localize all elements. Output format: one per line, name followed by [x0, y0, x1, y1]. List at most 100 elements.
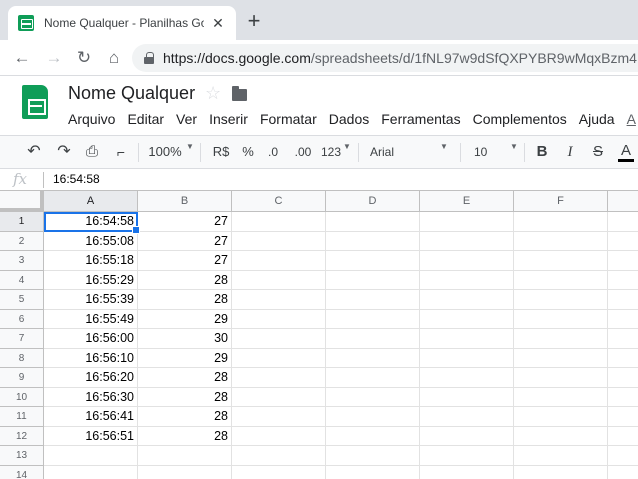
column-header-a[interactable]: A — [44, 191, 138, 212]
cell-b[interactable]: 27 — [138, 212, 232, 232]
cell-empty[interactable] — [608, 368, 638, 388]
cell-empty[interactable] — [232, 231, 326, 251]
row-header[interactable]: 2 — [0, 231, 44, 251]
cell-empty[interactable] — [232, 329, 326, 349]
cell-empty[interactable] — [232, 368, 326, 388]
text-color-button[interactable]: A — [618, 142, 634, 162]
cell-empty[interactable] — [608, 427, 638, 446]
cell-b[interactable]: 27 — [138, 231, 232, 251]
percent-format-button[interactable]: % — [240, 142, 256, 162]
select-all-corner[interactable] — [0, 191, 44, 212]
cell-empty[interactable] — [608, 271, 638, 290]
redo-icon[interactable]: ↷ — [54, 142, 74, 162]
reload-icon[interactable]: ↻ — [74, 48, 94, 68]
cell-b[interactable]: 28 — [138, 290, 232, 310]
cell-b[interactable]: 28 — [138, 407, 232, 427]
cell-empty[interactable] — [420, 231, 514, 251]
cell-a[interactable]: 16:56:20 — [44, 368, 138, 388]
cell-empty[interactable] — [326, 387, 420, 407]
more-formats-button[interactable]: 123 — [320, 142, 342, 162]
row-header[interactable]: 12 — [0, 426, 44, 446]
cell-a[interactable] — [44, 465, 138, 479]
cell-empty[interactable] — [514, 251, 608, 271]
paint-format-icon[interactable]: ⌐ — [112, 142, 130, 162]
cell-empty[interactable] — [326, 465, 420, 479]
cell-empty[interactable] — [232, 426, 326, 446]
cell-empty[interactable] — [326, 329, 420, 349]
cell-empty[interactable] — [420, 446, 514, 466]
cell-empty[interactable] — [326, 426, 420, 446]
menu-ajuda[interactable]: Ajuda — [573, 111, 621, 127]
row-header[interactable]: 4 — [0, 270, 44, 290]
cell-empty[interactable] — [232, 407, 326, 427]
cell-empty[interactable] — [326, 251, 420, 271]
print-icon[interactable]: ⎙ — [82, 142, 102, 162]
cell-empty[interactable] — [514, 348, 608, 368]
cell-a[interactable]: 16:55:29 — [44, 270, 138, 290]
cell-empty[interactable] — [514, 309, 608, 329]
cell-empty[interactable] — [420, 329, 514, 349]
cell-empty[interactable] — [608, 310, 638, 329]
cell-empty[interactable] — [420, 290, 514, 310]
cell-a[interactable]: 16:55:18 — [44, 251, 138, 271]
cell-empty[interactable] — [420, 407, 514, 427]
strikethrough-button[interactable]: S — [590, 142, 606, 162]
row-header[interactable]: 9 — [0, 368, 44, 388]
cell-empty[interactable] — [514, 329, 608, 349]
increase-decimals-button[interactable]: .00 — [292, 142, 314, 162]
folder-icon[interactable] — [232, 86, 247, 101]
cell-b[interactable] — [138, 465, 232, 479]
cell-empty[interactable] — [608, 446, 638, 466]
row-header[interactable]: 3 — [0, 251, 44, 271]
cell-empty[interactable] — [326, 368, 420, 388]
cell-empty[interactable] — [420, 309, 514, 329]
menu-ferramentas[interactable]: Ferramentas — [375, 111, 466, 127]
star-icon[interactable]: ☆ — [205, 83, 221, 104]
cell-empty[interactable] — [514, 368, 608, 388]
cell-empty[interactable] — [514, 290, 608, 310]
cell-empty[interactable] — [514, 426, 608, 446]
cell-empty[interactable] — [326, 407, 420, 427]
menu-complementos[interactable]: Complementos — [467, 111, 573, 127]
column-header-overflow[interactable] — [608, 191, 638, 212]
menu-ver[interactable]: Ver — [170, 111, 203, 127]
cell-empty[interactable] — [326, 290, 420, 310]
cell-a[interactable]: 16:56:51 — [44, 426, 138, 446]
font-size-select[interactable]: 10 — [474, 142, 490, 162]
cell-empty[interactable] — [514, 407, 608, 427]
menu-formatar[interactable]: Formatar — [254, 111, 323, 127]
cell-empty[interactable] — [608, 349, 638, 368]
cell-empty[interactable] — [420, 387, 514, 407]
cell-empty[interactable] — [326, 212, 420, 232]
cell-empty[interactable] — [514, 387, 608, 407]
cell-a[interactable]: 16:56:41 — [44, 407, 138, 427]
cell-empty[interactable] — [232, 309, 326, 329]
menu-arquivo[interactable]: Arquivo — [62, 111, 121, 127]
cell-empty[interactable] — [232, 251, 326, 271]
cell-a[interactable]: 16:55:39 — [44, 290, 138, 310]
cell-b[interactable] — [138, 446, 232, 466]
cell-empty[interactable] — [608, 388, 638, 407]
cell-empty[interactable] — [608, 251, 638, 271]
cell-b[interactable]: 29 — [138, 309, 232, 329]
cell-empty[interactable] — [608, 329, 638, 349]
cell-empty[interactable] — [608, 290, 638, 310]
cell-empty[interactable] — [608, 466, 638, 479]
row-header[interactable]: 1 — [0, 212, 44, 232]
cell-b[interactable]: 29 — [138, 348, 232, 368]
bold-button[interactable]: B — [534, 142, 550, 162]
cell-empty[interactable] — [232, 446, 326, 466]
cell-a[interactable]: 16:56:30 — [44, 387, 138, 407]
back-arrow-icon[interactable]: ← — [12, 48, 32, 68]
menu-editar[interactable]: Editar — [121, 111, 170, 127]
cell-a[interactable]: 16:55:08 — [44, 231, 138, 251]
row-header[interactable]: 11 — [0, 407, 44, 427]
cell-a[interactable]: 16:56:10 — [44, 348, 138, 368]
cell-empty[interactable] — [514, 446, 608, 466]
column-header-d[interactable]: D — [326, 191, 420, 212]
cell-b[interactable]: 28 — [138, 387, 232, 407]
close-tab-icon[interactable]: ✕ — [210, 15, 226, 31]
currency-format-button[interactable]: R$ — [210, 142, 232, 162]
decrease-decimals-button[interactable]: .0 — [264, 142, 282, 162]
cell-empty[interactable] — [420, 426, 514, 446]
